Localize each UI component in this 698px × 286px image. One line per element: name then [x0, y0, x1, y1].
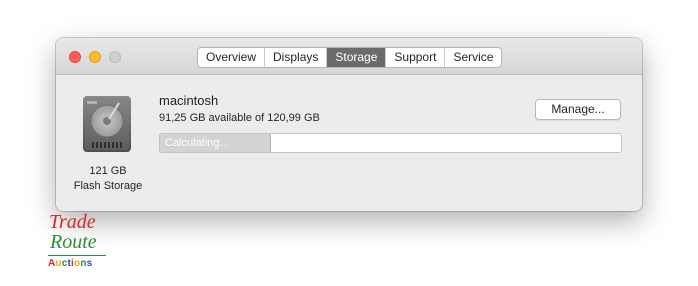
disk-type-label: Flash Storage: [73, 180, 143, 192]
storage-pane: 121 GB Flash Storage macintosh 91,25 GB …: [56, 75, 642, 210]
screen: Overview Displays Storage Support Servic…: [0, 0, 698, 286]
volume-name: macintosh: [159, 93, 219, 108]
tab-overview[interactable]: Overview: [198, 48, 266, 67]
minimize-button[interactable]: [89, 51, 101, 63]
title-bar[interactable]: Overview Displays Storage Support Servic…: [56, 38, 642, 75]
logo-auctions-letter: s: [86, 258, 93, 269]
manage-button[interactable]: Manage...: [535, 99, 621, 120]
logo-route-text: Route: [50, 231, 97, 253]
disk-size-label: 121 GB: [89, 165, 127, 177]
tab-storage[interactable]: Storage: [327, 48, 387, 67]
volume-availability: 91,25 GB available of 120,99 GB: [159, 112, 320, 124]
storage-usage-bar: Calculating...: [159, 133, 622, 153]
logo-auctions-text: Auctions: [48, 258, 92, 270]
logo-trade-text: Trade: [49, 211, 96, 233]
hard-drive-icon: [83, 96, 131, 152]
zoom-button[interactable]: [109, 51, 121, 63]
about-this-mac-window: Overview Displays Storage Support Servic…: [56, 38, 642, 211]
tab-bar: Overview Displays Storage Support Servic…: [197, 47, 503, 68]
storage-status-label: Calculating...: [165, 137, 229, 149]
tab-displays[interactable]: Displays: [265, 48, 328, 67]
logo-divider: [48, 255, 106, 256]
tab-service[interactable]: Service: [445, 48, 501, 67]
trade-route-auctions-logo: Trade Route Auctions: [47, 212, 109, 274]
tab-support[interactable]: Support: [386, 48, 446, 67]
close-button[interactable]: [69, 51, 81, 63]
